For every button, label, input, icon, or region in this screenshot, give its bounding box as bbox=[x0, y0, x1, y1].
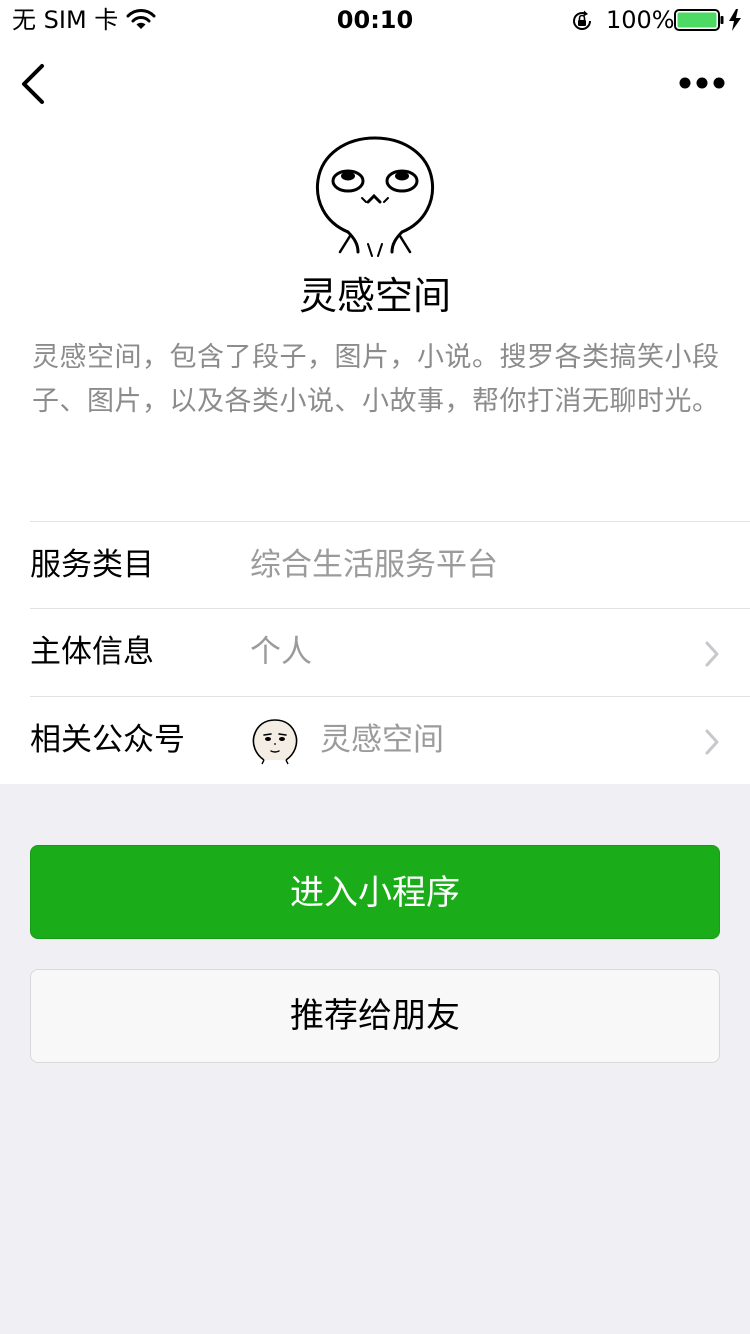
charging-bolt-icon bbox=[729, 9, 741, 31]
battery-icon bbox=[674, 9, 724, 31]
service-category-value: 综合生活服务平台 bbox=[250, 547, 498, 583]
info-row-official-account[interactable]: 相关公众号 灵感空间 bbox=[30, 696, 750, 784]
app-description: 灵感空间，包含了段子，图片，小说。搜罗各类搞笑小段子、图片，以及各类小说、小故事… bbox=[32, 342, 720, 417]
battery-percent: 100% bbox=[606, 6, 675, 34]
subject-label: 主体信息 bbox=[30, 634, 154, 670]
info-row-subject[interactable]: 主体信息 个人 bbox=[30, 608, 750, 696]
more-button[interactable] bbox=[672, 68, 732, 98]
official-account-value: 灵感空间 bbox=[320, 722, 444, 758]
profile-card: 灵感空间 灵感空间，包含了段子，图片，小说。搜罗各类搞笑小段子、图片，以及各类小… bbox=[0, 128, 750, 784]
rotation-lock-icon bbox=[573, 10, 591, 30]
info-row-service-category: 服务类目 综合生活服务平台 bbox=[30, 521, 750, 609]
status-bar: 无 SIM 卡 00:10 100% bbox=[0, 0, 750, 40]
chevron-right-icon bbox=[705, 641, 719, 667]
app-avatar-icon bbox=[315, 136, 435, 257]
navigation-bar bbox=[0, 40, 750, 128]
subject-value: 个人 bbox=[250, 634, 312, 670]
chevron-right-icon bbox=[705, 729, 719, 755]
more-dots-icon bbox=[679, 77, 725, 89]
service-category-label: 服务类目 bbox=[30, 547, 154, 583]
official-account-label: 相关公众号 bbox=[30, 722, 185, 758]
official-account-avatar-icon bbox=[252, 719, 298, 765]
back-chevron-icon bbox=[22, 64, 44, 104]
recommend-to-friends-button[interactable]: 推荐给朋友 bbox=[30, 969, 720, 1063]
back-button[interactable] bbox=[14, 62, 54, 106]
mini-program-profile-page: 无 SIM 卡 00:10 100% 灵感空间 灵感空间，包含了段子，图片，小说… bbox=[0, 0, 750, 1334]
app-name: 灵感空间 bbox=[298, 274, 451, 318]
enter-mini-program-button[interactable]: 进入小程序 bbox=[30, 845, 720, 939]
